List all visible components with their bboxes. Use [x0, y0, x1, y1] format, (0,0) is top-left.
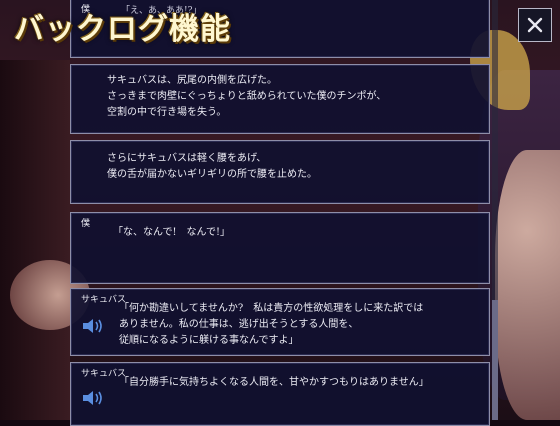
log-text: 「な、なんで! なんで!」 [113, 227, 231, 238]
background-pillar [0, 60, 70, 420]
log-text: サキュバスは、尻尾の内側を広げた。 さっきまで肉壁にぐっちょりと舐められていた僕… [107, 75, 387, 118]
scrollbar-thumb[interactable] [492, 300, 498, 420]
backlog-list[interactable]: 僕 「え、あ、ああ!?」 サキュバスは、尻尾の内側を広げた。 さっきまで肉壁にぐ… [70, 0, 492, 426]
speaker-name: 僕 [81, 219, 91, 229]
log-entry: サキュバス 「何か勘違いしてませんか? 私は貴方の性欲処理をしに来た訳では あり… [70, 288, 490, 356]
log-entry: サキュバス 「自分勝手に気持ちよくなる人間を、甘やかすつもりはありません」 [70, 362, 490, 426]
page-title: バックログ機能 [14, 12, 231, 47]
log-entry: 僕 「な、なんで! なんで!」 [70, 212, 490, 284]
log-entry: さらにサキュバスは軽く腰をあげ、 僕の舌が届かないギリギリの所で腰を止めた。 [70, 140, 490, 204]
speaker-volume-icon[interactable] [81, 317, 105, 335]
log-text: 「何か勘違いしてませんか? 私は貴方の性欲処理をしに来た訳では ありません。私の… [119, 303, 424, 346]
log-text: 「自分勝手に気持ちよくなる人間を、甘やかすつもりはありません」 [119, 377, 429, 388]
close-button[interactable] [518, 8, 552, 42]
log-text: さらにサキュバスは軽く腰をあげ、 僕の舌が届かないギリギリの所で腰を止めた。 [107, 153, 317, 180]
close-icon [527, 17, 543, 33]
log-entry: サキュバスは、尻尾の内側を広げた。 さっきまで肉壁にぐっちょりと舐められていた僕… [70, 64, 490, 134]
speaker-volume-icon[interactable] [81, 389, 105, 407]
character-body [495, 150, 560, 420]
scrollbar[interactable] [492, 0, 498, 420]
